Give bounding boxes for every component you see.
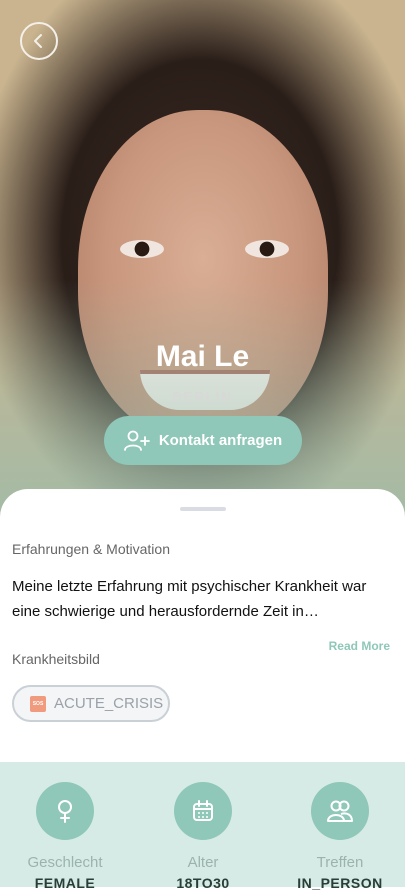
female-icon xyxy=(58,800,72,823)
photo-eye-right xyxy=(245,240,289,258)
photo-eye-left xyxy=(120,240,164,258)
stat-meeting-label: Treffen xyxy=(316,854,364,871)
stat-meeting-badge xyxy=(311,782,369,840)
stat-gender-label: Geschlecht xyxy=(27,854,103,871)
profile-city: BERLIN xyxy=(172,389,233,404)
motivation-text: Meine letzte Erfahrung mit psychischer K… xyxy=(12,578,367,620)
people-icon xyxy=(327,800,353,822)
calendar-icon xyxy=(193,800,213,821)
add-user-icon xyxy=(123,430,150,451)
chevron-left-icon xyxy=(34,34,42,48)
stat-age-label: Alter xyxy=(187,854,219,871)
stat-age-value: 18TO30 xyxy=(176,875,230,891)
condition-chip[interactable]: SOS ACUTE_CRISIS xyxy=(12,685,170,722)
stat-gender-badge xyxy=(36,782,94,840)
sos-icon: SOS xyxy=(30,695,46,712)
stat-age: Alter 18TO30 xyxy=(143,782,263,891)
motivation-title: Erfahrungen & Motivation xyxy=(12,541,170,557)
profile-name: Mai Le xyxy=(155,340,250,373)
stat-meeting: Treffen IN_PERSON xyxy=(280,782,400,891)
back-button[interactable] xyxy=(20,22,58,60)
contact-request-button[interactable]: Kontakt anfragen xyxy=(104,416,302,465)
contact-request-label: Kontakt anfragen xyxy=(158,432,283,449)
stat-meeting-value: IN_PERSON xyxy=(297,875,383,891)
stat-gender-value: FEMALE xyxy=(34,875,96,891)
sheet-handle[interactable] xyxy=(180,507,226,511)
condition-chip-label: ACUTE_CRISIS xyxy=(54,695,164,712)
stat-age-badge xyxy=(174,782,232,840)
condition-title: Krankheitsbild xyxy=(12,651,100,667)
stats-bar: Geschlecht FEMALE Alter 18TO30 Treffen I… xyxy=(0,762,405,891)
read-more-link[interactable]: Read More xyxy=(329,639,390,653)
stat-gender: Geschlecht FEMALE xyxy=(5,782,125,891)
